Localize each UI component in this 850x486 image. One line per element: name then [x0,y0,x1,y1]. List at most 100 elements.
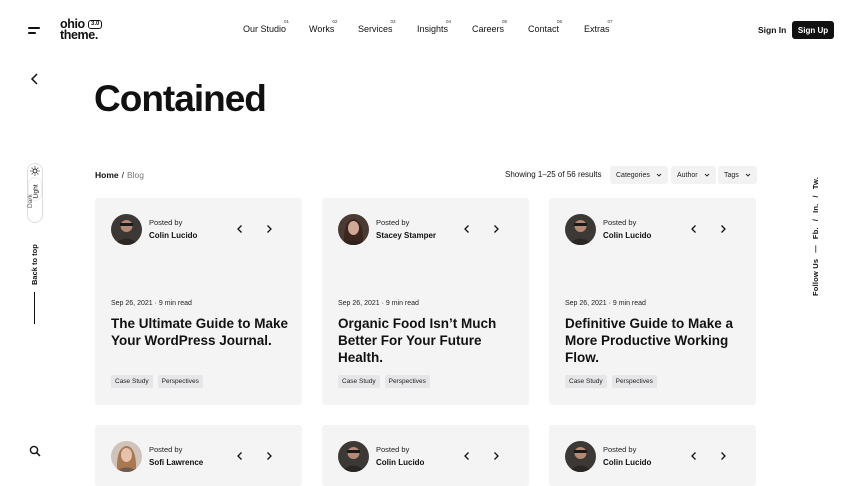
tag[interactable]: Case Study [111,375,153,388]
avatar [111,214,142,245]
blog-card[interactable]: Posted by Colin Lucido Sep 26, 2021 · 9 … [549,198,756,405]
nav-item-services[interactable]: Services 03 [358,19,396,34]
post-meta: Sep 26, 2021 · 9 min read [338,300,419,307]
nav-label: Contact [528,24,560,34]
tag-list: Case Study Perspectives [111,375,203,388]
chevron-right-icon[interactable] [264,224,274,234]
posted-by-label: Posted by [603,218,637,227]
main-nav: Our Studio 01 Works 02 Services 03 Insights… [0,0,850,60]
nav-number: 05 [502,19,508,24]
chevron-down-icon [704,173,709,177]
nav-item-contact[interactable]: Contact 06 [528,19,562,34]
separator: / [811,218,820,222]
chevron-right-icon[interactable] [264,451,274,461]
post-title[interactable]: Definitive Guide to Make a More Producti… [565,315,745,366]
filter-label: Author [677,171,698,179]
author-name[interactable]: Sofi Lawrence [149,458,203,467]
filter-label: Tags [724,171,739,179]
posted-by-label: Posted by [376,445,410,454]
avatar [338,441,369,472]
nav-number: 06 [557,19,563,24]
avatar [565,441,596,472]
filter-author[interactable]: Author [671,166,716,184]
tag[interactable]: Perspectives [384,375,430,388]
back-arrow-icon[interactable] [29,73,41,85]
chevron-right-icon[interactable] [491,451,501,461]
sign-in-link[interactable]: Sign In [758,25,786,35]
author-name[interactable]: Colin Lucido [603,231,651,240]
nav-number: 01 [284,19,290,24]
tag[interactable]: Perspectives [157,375,203,388]
back-to-top-link[interactable]: Back to top [30,244,39,285]
post-title[interactable]: Organic Food Isn’t Much Better For Your … [338,315,518,366]
dash: — [811,245,820,253]
theme-toggle[interactable]: Light [27,163,43,223]
sun-icon [30,166,40,176]
chevron-left-icon[interactable] [235,451,245,461]
breadcrumb-current: Blog [127,170,145,180]
post-title[interactable]: The Ultimate Guide to Make Your WordPres… [111,315,291,349]
breadcrumb-separator: / [121,170,124,180]
nav-label: Our Studio [243,24,287,34]
tag-list: Case Study Perspectives [338,375,430,388]
filter-label: Categories [616,171,650,179]
avatar [565,214,596,245]
chevron-right-icon[interactable] [718,451,728,461]
tag[interactable]: Case Study [565,375,607,388]
author-name[interactable]: Colin Lucido [376,458,424,467]
results-count: Showing 1–25 of 56 results [505,170,602,179]
nav-item-extras[interactable]: Extras 07 [584,19,613,34]
author-name[interactable]: Stacey Stamper [376,231,436,240]
tag-list: Case Study Perspectives [565,375,657,388]
post-meta: Sep 26, 2021 · 9 min read [111,300,192,307]
blog-card[interactable]: Posted by Sofi Lawrence [95,425,302,486]
nav-item-careers[interactable]: Careers 05 [472,19,507,34]
chevron-left-icon[interactable] [689,451,699,461]
chevron-left-icon[interactable] [462,224,472,234]
chevron-left-icon[interactable] [235,224,245,234]
page-title: Contained [94,78,267,119]
nav-item-our-studio[interactable]: Our Studio 01 [243,19,289,34]
chevron-left-icon[interactable] [462,451,472,461]
nav-label: Works [309,24,335,34]
nav-label: Services [358,24,393,34]
breadcrumb: Home / Blog [95,170,144,180]
theme-dark-label[interactable]: Dark [27,194,34,208]
chevron-right-icon[interactable] [718,224,728,234]
filter-categories[interactable]: Categories [610,166,668,184]
post-meta: Sep 26, 2021 · 9 min read [565,300,646,307]
chevron-right-icon[interactable] [491,224,501,234]
sign-up-button[interactable]: Sign Up [792,21,834,39]
search-icon[interactable] [29,445,41,457]
filter-tags[interactable]: Tags [718,166,757,184]
tag[interactable]: Case Study [338,375,380,388]
nav-label: Careers [472,24,505,34]
social-link-instagram[interactable]: In. [811,204,820,213]
nav-item-works[interactable]: Works 02 [309,19,337,34]
breadcrumb-home[interactable]: Home [95,170,119,180]
tag[interactable]: Perspectives [611,375,657,388]
social-link-twitter[interactable]: Tw. [811,177,820,189]
blog-card[interactable]: Posted by Stacey Stamper Sep 26, 2021 · … [322,198,529,405]
follow-label: Follow Us [811,258,820,296]
separator: / [811,195,820,198]
posted-by-label: Posted by [149,445,183,454]
posted-by-label: Posted by [149,218,183,227]
chevron-left-icon[interactable] [689,224,699,234]
nav-number: 04 [446,19,452,24]
author-name[interactable]: Colin Lucido [149,231,197,240]
divider [34,292,35,324]
social-link-facebook[interactable]: Fb. [811,227,820,239]
avatar [111,441,142,472]
blog-card[interactable]: Posted by Colin Lucido Sep 26, 2021 · 9 … [95,198,302,405]
nav-item-insights[interactable]: Insights 04 [417,19,451,34]
author-name[interactable]: Colin Lucido [603,458,651,467]
nav-label: Extras [584,24,610,34]
nav-number: 03 [390,19,396,24]
blog-card[interactable]: Posted by Colin Lucido [549,425,756,486]
social-follow: Follow Us — Fb. / In. / Tw. [811,171,820,296]
blog-card[interactable]: Posted by Colin Lucido [322,425,529,486]
chevron-down-icon [745,173,751,177]
nav-label: Insights [417,24,449,34]
avatar [338,214,369,245]
